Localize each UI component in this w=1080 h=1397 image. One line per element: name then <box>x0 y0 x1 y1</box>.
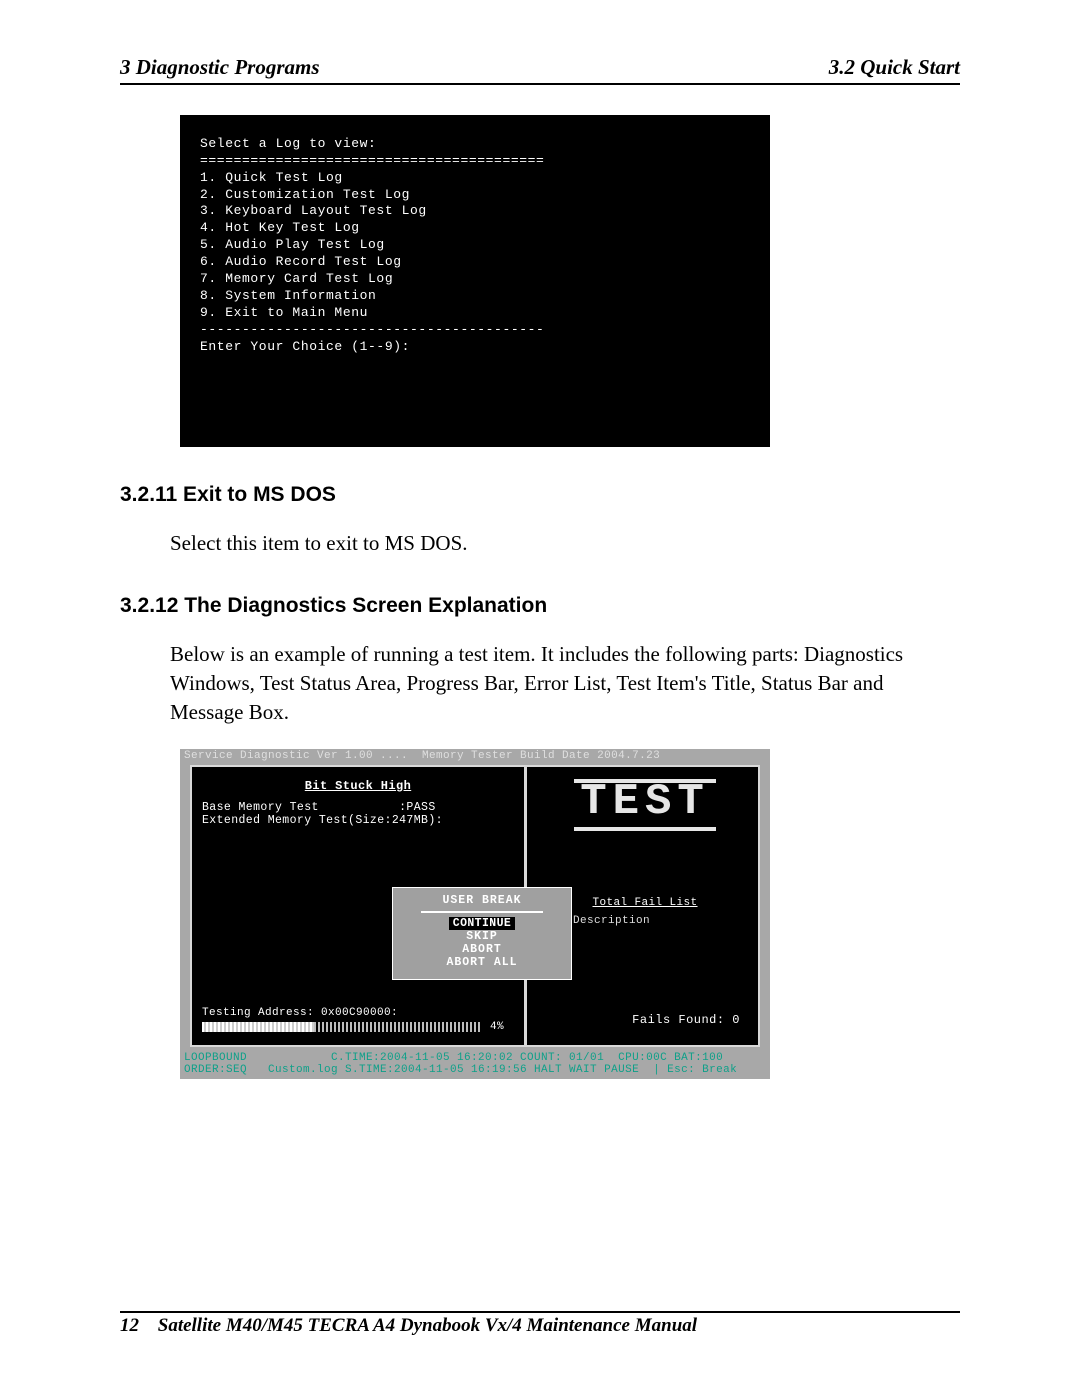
section-body: Below is an example of running a test it… <box>170 640 960 727</box>
test-title-block: TEST <box>532 779 758 831</box>
skip-option[interactable]: SKIP <box>401 930 563 943</box>
menu-item[interactable]: 5. Audio Play Test Log <box>200 237 385 252</box>
menu-item[interactable]: 3. Keyboard Layout Test Log <box>200 203 427 218</box>
section-heading-diag-explain: 3.2.12 The Diagnostics Screen Explanatio… <box>120 594 960 618</box>
terminal-title: Select a Log to view: <box>200 136 376 151</box>
progress-address: Testing Address: 0x00C90000: <box>202 1007 514 1019</box>
menu-item[interactable]: 2. Customization Test Log <box>200 187 410 202</box>
terminal-rule-bot: ----------------------------------------… <box>200 322 544 337</box>
menu-item[interactable]: 1. Quick Test Log <box>200 170 343 185</box>
log-menu-terminal: Select a Log to view: ==================… <box>180 115 770 447</box>
footer-title: Satellite M40/M45 TECRA A4 Dynabook Vx/4… <box>158 1315 697 1336</box>
page-footer: 12 Satellite M40/M45 TECRA A4 Dynabook V… <box>120 1313 960 1337</box>
fails-found: Fails Found: 0 <box>632 1013 740 1027</box>
header-right: 3.2 Quick Start <box>829 55 960 80</box>
diag-status-bar: LOOPBOUND C.TIME:2004-11-05 16:20:02 COU… <box>180 1051 770 1079</box>
menu-item[interactable]: 9. Exit to Main Menu <box>200 305 368 320</box>
menu-item[interactable]: 8. System Information <box>200 288 376 303</box>
section-heading-exit-msdos: 3.2.11 Exit to MS DOS <box>120 483 960 507</box>
menu-item[interactable]: 4. Hot Key Test Log <box>200 220 360 235</box>
progress-pct: 4% <box>490 1021 504 1033</box>
user-break-dialog: USER BREAK CONTINUE SKIP ABORT ABORT ALL <box>392 887 572 980</box>
dialog-rule <box>421 911 543 913</box>
diagnostics-screenshot: Service Diagnostic Ver 1.00 .... Memory … <box>180 749 770 1079</box>
abort-option[interactable]: ABORT <box>401 943 563 956</box>
diag-frame: Bit Stuck High Base Memory Test :PASS Ex… <box>190 765 760 1047</box>
test-title: TEST <box>574 779 716 831</box>
terminal-rule-top: ========================================… <box>200 153 544 168</box>
progress-bar <box>202 1022 482 1032</box>
menu-item[interactable]: 7. Memory Card Test Log <box>200 271 393 286</box>
abort-all-option[interactable]: ABORT ALL <box>401 956 563 969</box>
terminal-prompt[interactable]: Enter Your Choice (1--9): <box>200 339 410 354</box>
page-header: 3 Diagnostic Programs 3.2 Quick Start <box>120 55 960 85</box>
diag-line: Base Memory Test :PASS <box>202 801 514 814</box>
dialog-title: USER BREAK <box>401 894 563 907</box>
status-line-2: ORDER:SEQ Custom.log S.TIME:2004-11-05 1… <box>184 1064 766 1076</box>
diag-subtitle: Bit Stuck High <box>202 779 514 793</box>
progress-area: Testing Address: 0x00C90000: 4% <box>202 1007 514 1033</box>
diag-line: Extended Memory Test(Size:247MB): <box>202 814 514 827</box>
status-line-1: LOOPBOUND C.TIME:2004-11-05 16:20:02 COU… <box>184 1052 766 1064</box>
header-left: 3 Diagnostic Programs <box>120 55 320 80</box>
page-number: 12 <box>120 1315 139 1336</box>
diag-title-bar: Service Diagnostic Ver 1.00 .... Memory … <box>180 749 770 764</box>
continue-option[interactable]: CONTINUE <box>449 917 515 930</box>
menu-item[interactable]: 6. Audio Record Test Log <box>200 254 402 269</box>
section-body: Select this item to exit to MS DOS. <box>170 529 960 558</box>
